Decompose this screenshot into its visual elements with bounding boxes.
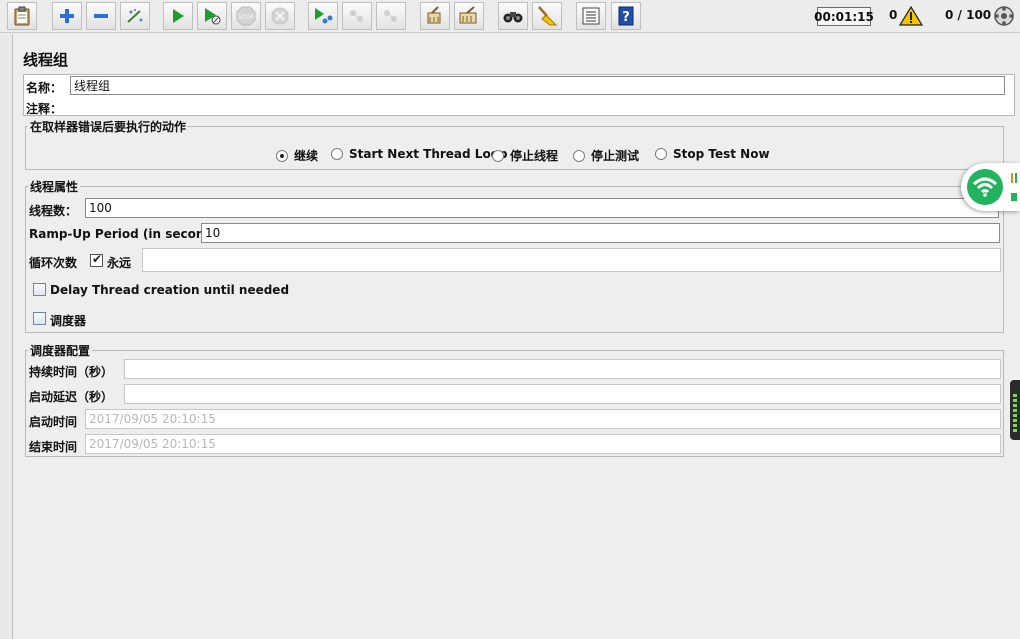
traffic-arrows-icon	[1011, 173, 1017, 201]
delay-thread-checkbox[interactable]	[33, 283, 46, 296]
list-icon	[582, 7, 600, 25]
loop-label: 循环次数	[29, 256, 78, 270]
radio-label: 继续	[294, 149, 319, 163]
radio-label: 停止测试	[591, 149, 640, 163]
radio-continue[interactable]: 继续	[276, 147, 318, 164]
startup-delay-input[interactable]	[124, 384, 1001, 404]
play-no-timers-icon	[205, 8, 221, 25]
add-button[interactable]	[52, 2, 82, 30]
reset-broom-icon	[538, 6, 558, 26]
forever-checkbox[interactable]	[90, 252, 103, 267]
clipboard-icon	[14, 6, 30, 26]
radio-label: Start Next Thread Loop	[349, 147, 508, 161]
stop-icon: STOP	[236, 6, 256, 26]
delay-thread-label: Delay Thread creation until needed	[50, 283, 290, 297]
thread-properties-legend: 线程属性	[30, 180, 79, 194]
start-time-input[interactable]: 2017/09/05 20:10:15	[85, 409, 1001, 429]
broom-icon	[427, 6, 441, 24]
signal-meter	[1010, 380, 1020, 440]
wifi-icon	[967, 169, 1003, 205]
threads-label: 线程数：	[29, 204, 78, 218]
clear-all-button[interactable]	[454, 2, 484, 30]
binoculars-icon	[503, 12, 523, 23]
play-icon	[173, 9, 184, 23]
scheduler-label: 调度器	[50, 314, 87, 328]
forever-label: 永远	[107, 256, 132, 270]
shutdown-icon	[271, 7, 289, 25]
help-book-icon: ?	[618, 6, 634, 26]
remote-stop-button[interactable]	[342, 2, 372, 30]
radio-circle	[492, 149, 504, 162]
shutdown-button[interactable]	[265, 2, 295, 30]
name-comment-box: 名称： 线程组 注释：	[23, 74, 1015, 116]
templates-button[interactable]	[7, 2, 37, 30]
duration-input[interactable]	[124, 359, 1001, 379]
rampup-input[interactable]: 10	[201, 223, 1000, 243]
remote-shutdown-button[interactable]	[376, 2, 406, 30]
comment-label: 注释：	[26, 102, 63, 116]
clear-button[interactable]	[420, 2, 450, 30]
loop-count-input[interactable]	[142, 248, 1001, 272]
scheduler-config-legend: 调度器配置	[30, 344, 91, 358]
start-button[interactable]	[163, 2, 193, 30]
start-no-pauses-button[interactable]	[197, 2, 227, 30]
tree-splitter[interactable]	[0, 34, 13, 639]
comment-input[interactable]	[70, 97, 1005, 115]
startup-delay-label: 启动延迟（秒）	[29, 390, 114, 404]
reset-search-button[interactable]	[532, 2, 562, 30]
toolbar: STOP ? 00:01:15 0 0 / 100	[0, 0, 1020, 33]
svg-text:?: ?	[622, 10, 630, 25]
threads-input[interactable]: 100	[85, 198, 999, 218]
radio-circle	[573, 149, 585, 162]
plus-icon	[60, 9, 74, 23]
remove-button[interactable]	[86, 2, 116, 30]
radio-stop-thread[interactable]: 停止线程	[492, 147, 558, 164]
help-button[interactable]: ?	[611, 2, 641, 30]
end-time-label: 结束时间	[29, 440, 78, 454]
start-time-label: 启动时间	[29, 415, 78, 429]
radio-circle	[276, 149, 288, 162]
remote-shutdown-icon	[384, 10, 397, 22]
function-helper-button[interactable]	[576, 2, 606, 30]
warning-count: 0	[889, 8, 898, 22]
wand-icon	[127, 9, 143, 23]
stop-button[interactable]: STOP	[231, 2, 261, 30]
minus-icon	[94, 14, 108, 18]
radio-circle	[655, 148, 667, 160]
scheduler-checkbox[interactable]	[33, 312, 46, 325]
elapsed-timer: 00:01:15	[814, 7, 874, 26]
remote-stop-icon	[350, 10, 363, 22]
name-label: 名称：	[26, 81, 63, 95]
radio-stop-test-now[interactable]: Stop Test Now	[655, 147, 770, 161]
svg-text:STOP: STOP	[238, 14, 254, 21]
warning-icon[interactable]	[899, 6, 923, 26]
remote-engines-icon[interactable]	[993, 5, 1015, 27]
search-button[interactable]	[498, 2, 528, 30]
name-input[interactable]: 线程组	[70, 76, 1005, 95]
toggle-button[interactable]	[120, 2, 150, 30]
network-widget[interactable]	[961, 163, 1020, 211]
thread-group-panel: 线程组 名称： 线程组 注释： 在取样器错误后要执行的动作 继续 Start N…	[14, 34, 1020, 639]
radio-label: 停止线程	[510, 149, 559, 163]
duration-label: 持续时间（秒）	[29, 365, 114, 379]
remote-play-icon	[315, 8, 333, 24]
sampler-error-legend: 在取样器错误后要执行的动作	[30, 120, 187, 134]
radio-stop-test[interactable]: 停止测试	[573, 147, 639, 164]
radio-label: Stop Test Now	[673, 147, 770, 161]
end-time-input[interactable]: 2017/09/05 20:10:15	[85, 434, 1001, 454]
broom-all-icon	[459, 6, 477, 24]
radio-circle	[331, 148, 343, 160]
page-title: 线程组	[23, 51, 69, 69]
radio-start-next-loop[interactable]: Start Next Thread Loop	[331, 147, 508, 161]
remote-start-button[interactable]	[308, 2, 338, 30]
active-threads: 0 / 100	[945, 8, 992, 22]
